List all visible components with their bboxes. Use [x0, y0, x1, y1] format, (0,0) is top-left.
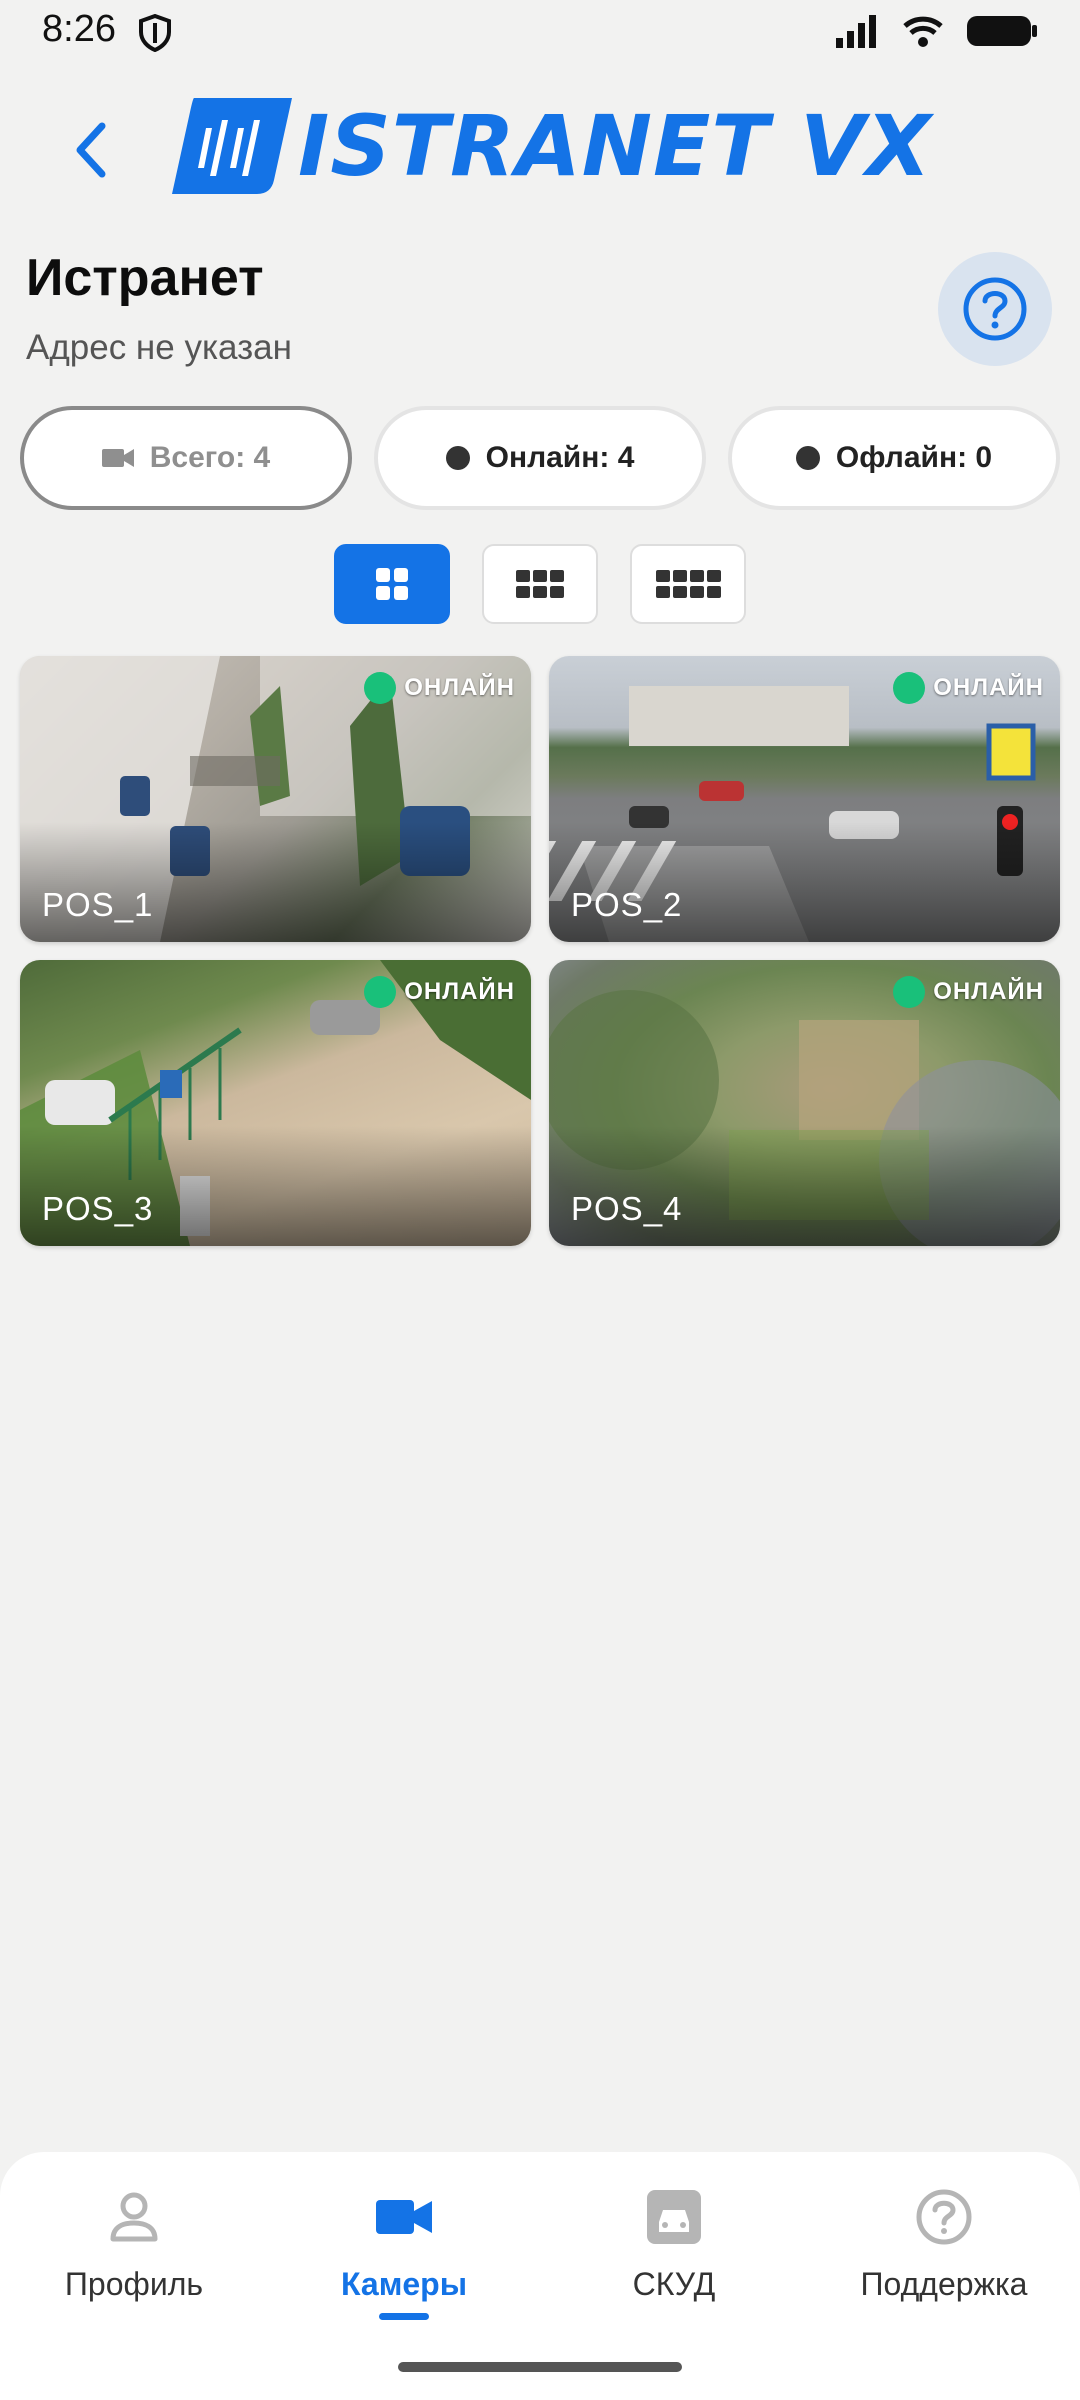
camera-name: POS_1 [42, 886, 154, 923]
shield-icon [138, 13, 172, 57]
filter-online[interactable]: Онлайн: 4 [374, 406, 706, 510]
grid-2x2-icon [376, 568, 408, 600]
camera-name: POS_3 [42, 1190, 154, 1227]
nav-item-cameras[interactable]: Камеры [294, 2182, 514, 2320]
camera-tile[interactable]: ОНЛАЙН POS_1 [20, 656, 531, 942]
view-toggle-group [334, 544, 746, 624]
filter-pills: Всего: 4 Онлайн: 4 Офлайн: 0 [20, 406, 1060, 510]
online-dot-icon [364, 976, 397, 1008]
nav-label: Профиль [64, 2266, 204, 2302]
back-button[interactable] [62, 112, 118, 188]
site-address: Адрес не указан [26, 328, 292, 367]
camera-grid: ОНЛАЙН POS_1 ОНЛАЙН POS_2 ОНЛАЙН POS_3 О… [20, 656, 1060, 1246]
filter-offline-label: Офлайн: 0 [835, 441, 993, 474]
signal-icon [834, 14, 880, 53]
status-badge: ОНЛАЙН [893, 976, 1044, 1008]
status-badge: ОНЛАЙН [893, 672, 1044, 704]
nav-label: Поддержка [860, 2266, 1028, 2302]
view-grid-4x4-button[interactable] [630, 544, 746, 624]
logo-text: ISTRANET VX [298, 97, 932, 195]
online-dot-icon [893, 672, 926, 704]
filter-all-label: Всего: 4 [149, 441, 271, 474]
status-badge: ОНЛАЙН [364, 672, 515, 704]
filter-offline[interactable]: Офлайн: 0 [728, 406, 1060, 510]
nav-item-access-control[interactable]: СКУД [564, 2182, 784, 2303]
view-grid-2x2-button[interactable] [334, 544, 450, 624]
wifi-icon [902, 14, 944, 53]
video-camera-icon [101, 449, 134, 467]
camera-name: POS_4 [571, 1190, 683, 1227]
status-time: 8:26 [42, 8, 116, 50]
camera-tile[interactable]: ОНЛАЙН POS_4 [549, 960, 1060, 1246]
battery-icon [966, 14, 1038, 53]
help-circle-icon [916, 2189, 972, 2245]
online-dot-icon [893, 976, 926, 1008]
active-indicator [379, 2313, 429, 2320]
filter-all[interactable]: Всего: 4 [20, 406, 352, 510]
view-grid-3x3-button[interactable] [482, 544, 598, 624]
logo-mark-icon [172, 98, 292, 194]
grid-3x3-icon [516, 570, 564, 598]
dot-icon [795, 446, 820, 470]
home-indicator[interactable] [398, 2362, 682, 2372]
video-camera-icon [376, 2200, 432, 2234]
nav-item-support[interactable]: Поддержка [834, 2182, 1054, 2303]
camera-tile[interactable]: ОНЛАЙН POS_3 [20, 960, 531, 1246]
status-badge: ОНЛАЙН [364, 976, 515, 1008]
camera-name: POS_2 [571, 886, 683, 923]
nav-label: Камеры [340, 2266, 468, 2302]
car-icon [647, 2190, 701, 2244]
nav-label: СКУД [632, 2266, 716, 2302]
help-circle-icon [963, 277, 1027, 341]
filter-online-label: Онлайн: 4 [485, 441, 635, 474]
chevron-left-icon [76, 122, 106, 178]
grid-4x4-icon [656, 570, 721, 598]
dot-icon [445, 446, 470, 470]
status-icons [834, 14, 1038, 53]
camera-tile[interactable]: ОНЛАЙН POS_2 [549, 656, 1060, 942]
status-bar: 8:26 [0, 0, 1080, 62]
online-dot-icon [364, 672, 397, 704]
app-logo: ISTRANET VX [172, 96, 932, 196]
help-button[interactable] [938, 252, 1052, 366]
nav-item-profile[interactable]: Профиль [24, 2182, 244, 2303]
person-icon [110, 2192, 158, 2242]
page-title: Истранет [26, 249, 264, 307]
